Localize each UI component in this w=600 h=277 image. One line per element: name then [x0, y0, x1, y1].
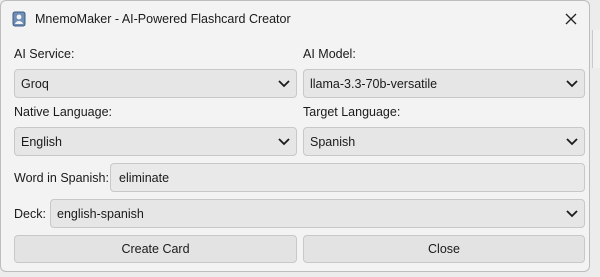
native-language-select[interactable]: English [14, 127, 297, 156]
chevron-down-icon [566, 137, 578, 145]
deck-select[interactable]: english-spanish [50, 199, 585, 228]
deck-label: Deck: [14, 207, 46, 221]
word-input[interactable]: eliminate [110, 163, 585, 192]
word-input-value: eliminate [119, 170, 170, 185]
close-icon[interactable] [557, 5, 585, 33]
title-bar[interactable]: MnemoMaker - AI-Powered Flashcard Creato… [1, 1, 589, 37]
ai-model-label: AI Model: [303, 47, 356, 61]
chevron-down-icon [566, 209, 578, 217]
ai-service-label: AI Service: [14, 47, 75, 61]
native-language-label: Native Language: [14, 105, 112, 119]
ai-service-select[interactable]: Groq [14, 69, 297, 98]
ai-model-select[interactable]: llama-3.3-70b-versatile [303, 69, 585, 98]
flashcard-creator-window: MnemoMaker - AI-Powered Flashcard Creato… [0, 0, 590, 272]
chevron-down-icon [566, 79, 578, 87]
word-label: Word in Spanish: [14, 171, 109, 185]
app-icon [12, 11, 26, 27]
window-title: MnemoMaker - AI-Powered Flashcard Creato… [35, 12, 291, 26]
chevron-down-icon [278, 79, 290, 87]
target-language-value: Spanish [310, 134, 356, 149]
target-language-label: Target Language: [303, 105, 401, 119]
create-card-button[interactable]: Create Card [14, 235, 297, 263]
ai-model-value: llama-3.3-70b-versatile [310, 76, 438, 91]
background-window-edge [592, 30, 600, 68]
chevron-down-icon [278, 137, 290, 145]
deck-value: english-spanish [57, 206, 144, 221]
ai-service-value: Groq [21, 76, 49, 91]
close-button[interactable]: Close [303, 235, 585, 263]
native-language-value: English [21, 134, 62, 149]
target-language-select[interactable]: Spanish [303, 127, 585, 156]
